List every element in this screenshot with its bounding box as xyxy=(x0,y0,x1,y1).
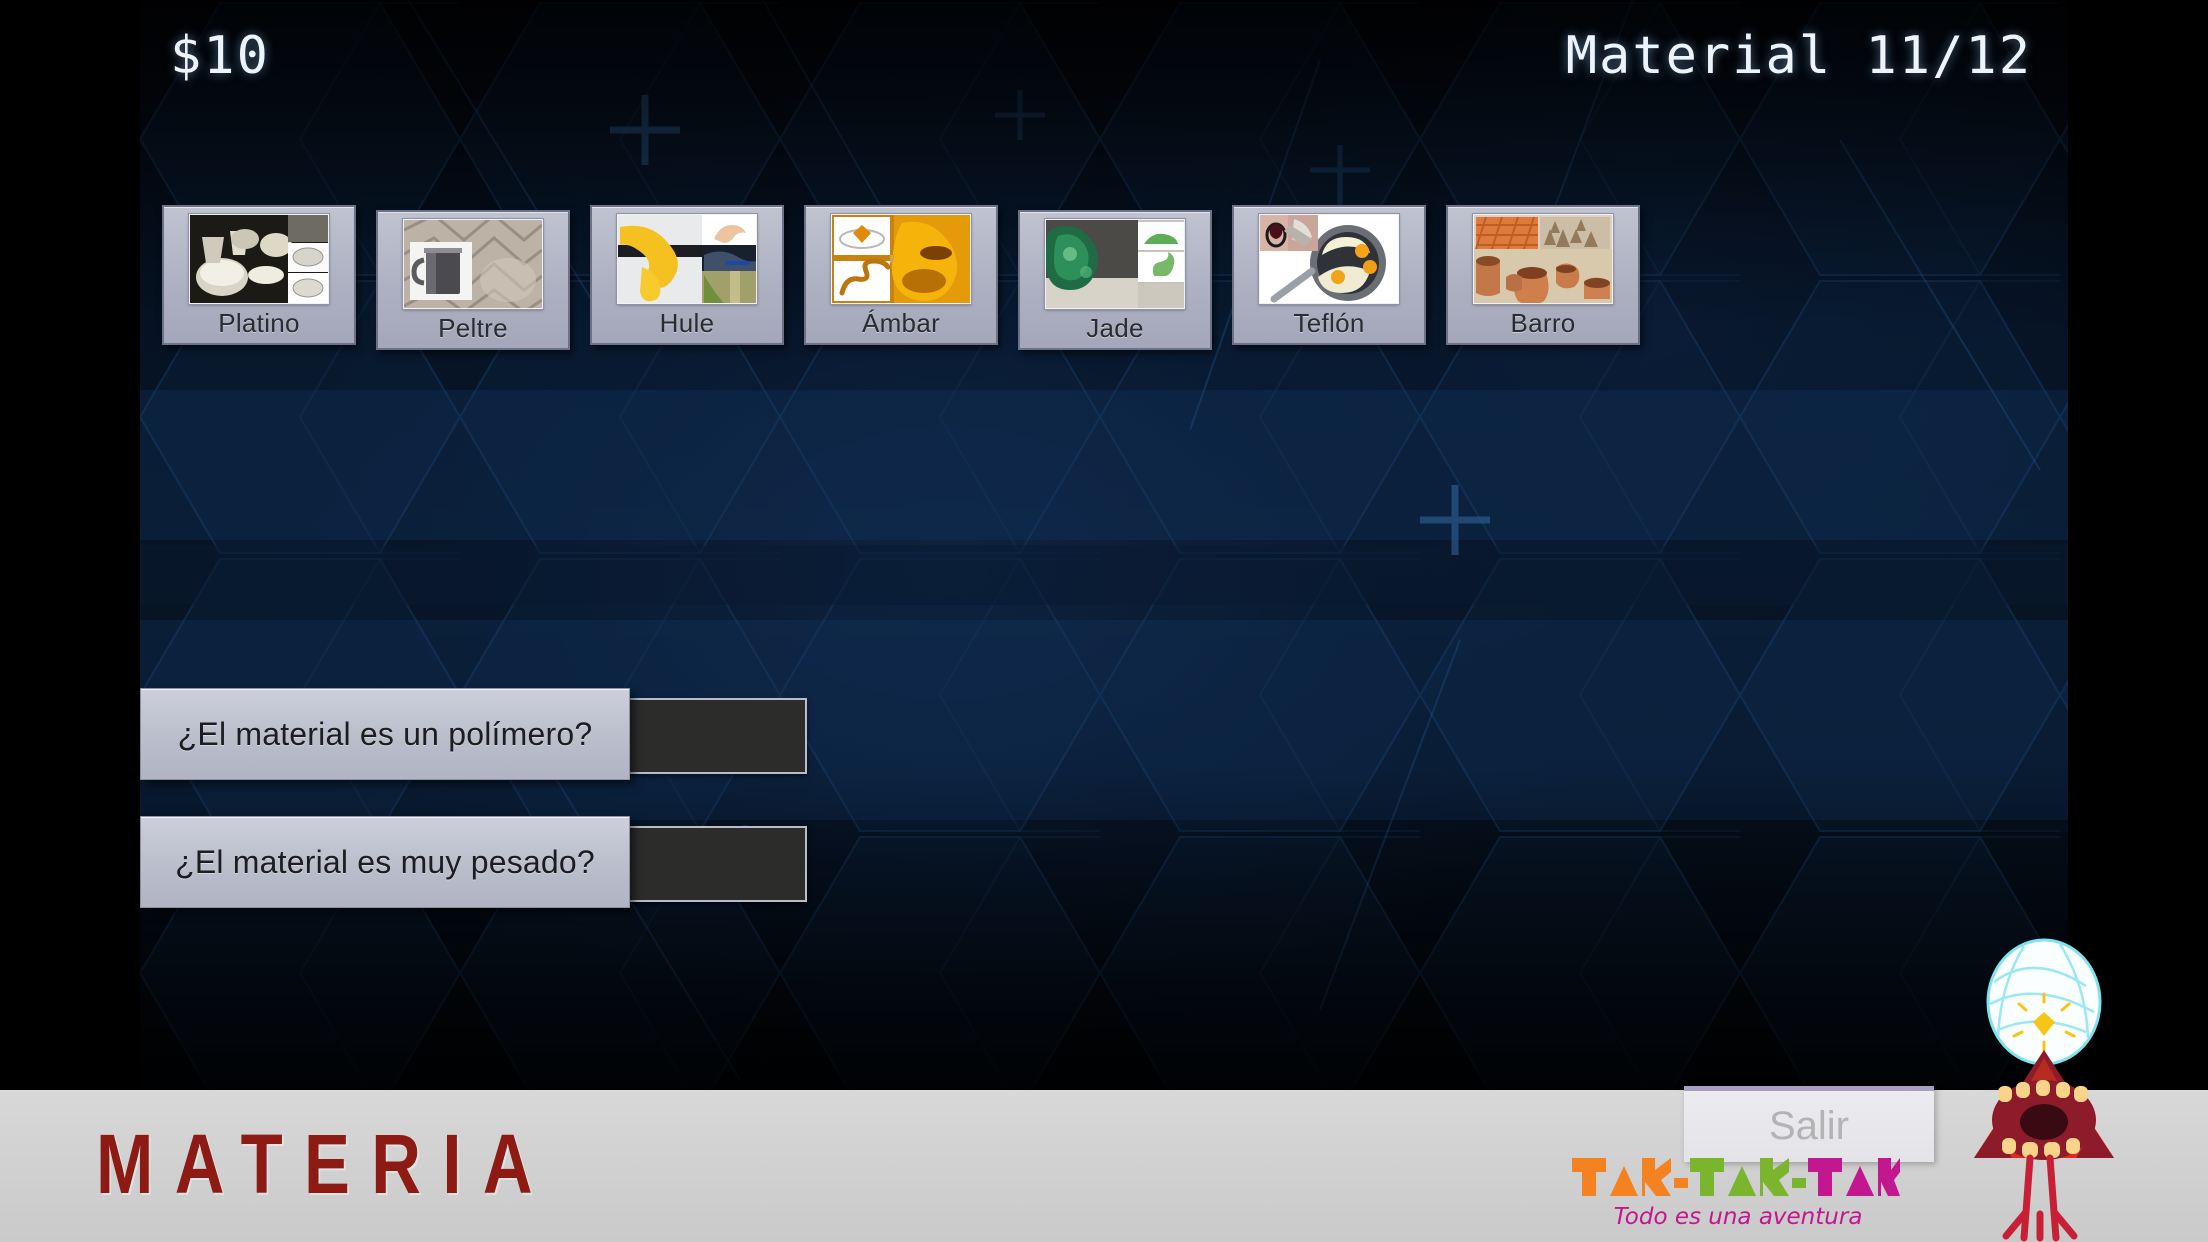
clay-pottery-photo xyxy=(1472,213,1614,305)
question-row: ¿El material es muy pesado? xyxy=(140,816,1040,908)
question-list: ¿El material es un polímero? ¿El materia… xyxy=(140,688,1040,944)
game-viewport: $10 Material 11/12 Platino Peltre Hule Á… xyxy=(140,0,2068,1092)
material-card-label: Ámbar xyxy=(861,308,941,338)
material-card-label: Hule xyxy=(659,308,715,338)
logo-word-1 xyxy=(1572,1158,1671,1196)
progress-counter: Material 11/12 xyxy=(1565,26,2032,86)
teflon-pan-photo xyxy=(1258,213,1400,305)
logo-word-3 xyxy=(1808,1158,1900,1196)
material-card-platino[interactable]: Platino xyxy=(162,205,356,345)
platinum-dishes-photo xyxy=(188,213,330,305)
material-card-label: Jade xyxy=(1086,313,1144,343)
logo-tagline: Todo es una aventura xyxy=(1614,1204,1863,1230)
material-card-label: Peltre xyxy=(438,313,508,343)
material-card-jade[interactable]: Jade xyxy=(1018,210,1212,350)
logo-word-2 xyxy=(1690,1158,1789,1196)
page-title: MATERIA xyxy=(96,1117,554,1211)
material-card-barro[interactable]: Barro xyxy=(1446,205,1640,345)
mascot-character xyxy=(1954,930,2134,1242)
material-card-list: Platino Peltre Hule Ámbar Jade Teflón Ba… xyxy=(162,205,2042,350)
material-card-peltre[interactable]: Peltre xyxy=(376,210,570,350)
money-display: $10 xyxy=(170,26,270,86)
question-button-polimero[interactable]: ¿El material es un polímero? xyxy=(140,688,630,780)
material-card-ambar[interactable]: Ámbar xyxy=(804,205,998,345)
material-card-teflon[interactable]: Teflón xyxy=(1232,205,1426,345)
material-card-hule[interactable]: Hule xyxy=(590,205,784,345)
rubber-glove-photo xyxy=(616,213,758,305)
material-card-label: Teflón xyxy=(1293,308,1365,338)
question-row: ¿El material es un polímero? xyxy=(140,688,1040,780)
tak-tak-tak-logo: Todo es una aventura xyxy=(1570,1136,1900,1232)
material-card-label: Barro xyxy=(1510,308,1576,338)
jade-carving-photo xyxy=(1044,218,1186,310)
material-card-label: Platino xyxy=(218,308,300,338)
pewter-mug-photo xyxy=(402,218,544,310)
game-screen: $10 Material 11/12 Platino Peltre Hule Á… xyxy=(0,0,2208,1242)
amber-jewelry-photo xyxy=(830,213,972,305)
question-button-pesado[interactable]: ¿El material es muy pesado? xyxy=(140,816,630,908)
question-label: ¿El material es muy pesado? xyxy=(175,843,595,880)
question-label: ¿El material es un polímero? xyxy=(177,715,593,752)
